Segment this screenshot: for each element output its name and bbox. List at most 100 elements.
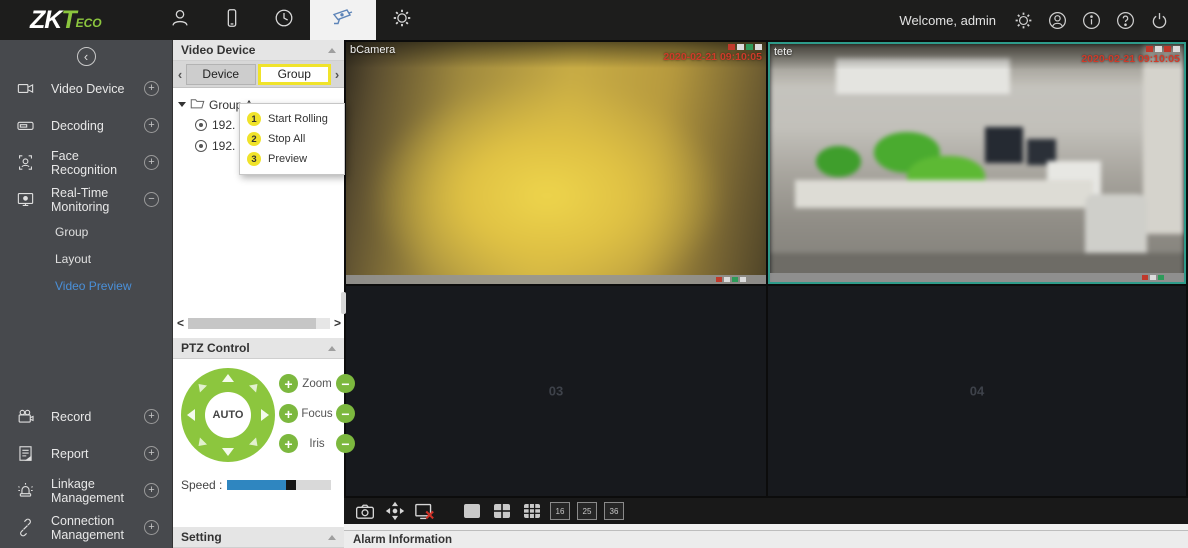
ptz-left-icon[interactable] xyxy=(187,409,195,421)
camera-osd-right: 2020-02-21 09:10:05 xyxy=(1081,46,1180,70)
tab-device[interactable]: Device xyxy=(186,64,256,85)
tab-scroll-right-icon[interactable]: › xyxy=(332,67,342,82)
layout-9-button[interactable] xyxy=(520,501,543,521)
video-cell-3-empty[interactable]: 03 xyxy=(346,286,766,496)
sidebar-subitem-layout[interactable]: Layout xyxy=(0,245,172,272)
layout-4-button[interactable] xyxy=(490,501,513,521)
layout-1-button[interactable] xyxy=(460,501,483,521)
panel-resize-handle[interactable] xyxy=(341,292,346,314)
iris-plus-button[interactable]: + xyxy=(279,434,298,453)
nav-personnel-tab[interactable] xyxy=(154,0,206,40)
focus-minus-button[interactable]: − xyxy=(336,404,355,423)
focus-plus-button[interactable]: + xyxy=(279,404,298,423)
context-menu-item-preview[interactable]: 3 Preview xyxy=(240,149,344,169)
speed-slider-handle[interactable] xyxy=(286,480,296,490)
zoom-plus-button[interactable]: + xyxy=(279,374,298,393)
ptz-mode-button[interactable] xyxy=(383,501,406,521)
sidebar-item-report[interactable]: Report + xyxy=(0,435,172,472)
ptz-nw-icon[interactable] xyxy=(195,380,207,392)
scroll-right-icon[interactable]: > xyxy=(334,317,341,329)
camera-status-icons xyxy=(1146,46,1180,52)
speed-slider[interactable] xyxy=(227,480,331,490)
collapse-minus-icon[interactable]: − xyxy=(144,192,159,207)
sidebar-subitem-label: Video Preview xyxy=(55,279,132,293)
nav-attendance-tab[interactable] xyxy=(258,0,310,40)
person-icon xyxy=(169,7,191,34)
horizontal-scrollbar: < > xyxy=(177,316,341,330)
monitor-icon xyxy=(16,190,40,209)
sidebar-subitem-video-preview[interactable]: Video Preview xyxy=(0,272,172,299)
sidebar-item-record[interactable]: Record + xyxy=(0,398,172,435)
nav-video-tab[interactable] xyxy=(310,0,376,40)
ptz-ne-icon[interactable] xyxy=(249,380,261,392)
scroll-left-icon[interactable]: < xyxy=(177,317,184,329)
sidebar-item-real-time-monitoring[interactable]: Real-Time Monitoring − xyxy=(0,181,172,218)
context-menu-item-start-rolling[interactable]: 1 Start Rolling xyxy=(240,109,344,129)
layout-16-button[interactable]: 16 xyxy=(550,502,570,520)
expand-plus-icon[interactable]: + xyxy=(144,155,159,170)
expand-plus-icon[interactable]: + xyxy=(144,520,159,535)
sidebar-item-label: Record xyxy=(51,410,144,424)
layout-36-button[interactable]: 36 xyxy=(604,502,624,520)
sidebar-item-label: Face Recognition xyxy=(51,149,144,177)
sidebar: ‹ Video Device + Decoding + Face Recogni… xyxy=(0,40,172,548)
scrollbar-track[interactable] xyxy=(188,318,330,329)
iris-minus-button[interactable]: − xyxy=(336,434,355,453)
info-icon[interactable] xyxy=(1081,10,1102,31)
ptz-up-icon[interactable] xyxy=(222,374,234,382)
expand-plus-icon[interactable]: + xyxy=(144,446,159,461)
setting-panel-header: Setting xyxy=(173,527,344,548)
help-icon[interactable] xyxy=(1115,10,1136,31)
tab-scroll-left-icon[interactable]: ‹ xyxy=(175,67,185,82)
expand-plus-icon[interactable]: + xyxy=(144,81,159,96)
ptz-zoom-row: + Zoom − xyxy=(279,374,355,393)
expand-plus-icon[interactable]: + xyxy=(144,118,159,133)
expand-plus-icon[interactable]: + xyxy=(144,483,159,498)
collapse-chevron-icon[interactable] xyxy=(328,48,336,53)
collapse-chevron-icon[interactable] xyxy=(328,346,336,351)
layout-16-label: 16 xyxy=(556,507,565,516)
iris-label: Iris xyxy=(301,438,333,450)
logout-power-icon[interactable] xyxy=(1149,10,1170,31)
ptz-se-icon[interactable] xyxy=(249,437,261,449)
tab-group[interactable]: Group xyxy=(258,64,332,85)
layout-25-button[interactable]: 25 xyxy=(577,502,597,520)
ptz-auto-button[interactable]: AUTO xyxy=(205,392,251,438)
video-camera-icon xyxy=(16,79,40,98)
tree-expander-icon[interactable] xyxy=(178,102,186,107)
nav-system-tab[interactable] xyxy=(376,0,428,40)
ptz-direction-pad[interactable]: AUTO xyxy=(181,368,275,462)
top-bar-right: Welcome, admin xyxy=(899,10,1170,31)
expand-plus-icon[interactable]: + xyxy=(144,409,159,424)
top-nav xyxy=(154,0,428,40)
zoom-minus-button[interactable]: − xyxy=(336,374,355,393)
video-cell-1[interactable]: bCamera 2020-02-21 09:10:05 xyxy=(346,42,766,284)
nav-device-tab[interactable] xyxy=(206,0,258,40)
sidebar-item-face-recognition[interactable]: Face Recognition + xyxy=(0,144,172,181)
ptz-down-icon[interactable] xyxy=(222,448,234,456)
stop-all-preview-button[interactable] xyxy=(413,501,436,521)
settings-gear-icon[interactable] xyxy=(1013,10,1034,31)
layout-36-label: 36 xyxy=(610,507,619,516)
video-cell-4-empty[interactable]: 04 xyxy=(768,286,1186,496)
top-bar: ZK T ECO We xyxy=(0,0,1188,40)
sidebar-item-connection-management[interactable]: Connection Management + xyxy=(0,509,172,546)
sidebar-item-linkage-management[interactable]: Linkage Management + xyxy=(0,472,172,509)
sidebar-collapse-button[interactable]: ‹ xyxy=(77,47,96,66)
camera-osd-right: 2020-02-21 09:10:05 xyxy=(663,44,762,68)
chevron-left-icon: ‹ xyxy=(84,50,88,63)
mobile-device-icon xyxy=(221,7,243,34)
context-menu-item-stop-all[interactable]: 2 Stop All xyxy=(240,129,344,149)
ptz-sw-icon[interactable] xyxy=(195,437,207,449)
sidebar-item-video-device[interactable]: Video Device + xyxy=(0,70,172,107)
clock-icon xyxy=(273,7,295,34)
alarm-information-header[interactable]: Alarm Information xyxy=(344,530,1188,548)
video-cell-2-selected[interactable]: tete 2020-02-21 09:10:05 xyxy=(768,42,1186,284)
snapshot-button[interactable] xyxy=(353,501,376,521)
sidebar-subitem-group[interactable]: Group xyxy=(0,218,172,245)
sidebar-item-decoding[interactable]: Decoding + xyxy=(0,107,172,144)
ptz-right-icon[interactable] xyxy=(261,409,269,421)
collapse-chevron-icon[interactable] xyxy=(328,535,336,540)
scrollbar-thumb[interactable] xyxy=(188,318,316,329)
account-icon[interactable] xyxy=(1047,10,1068,31)
